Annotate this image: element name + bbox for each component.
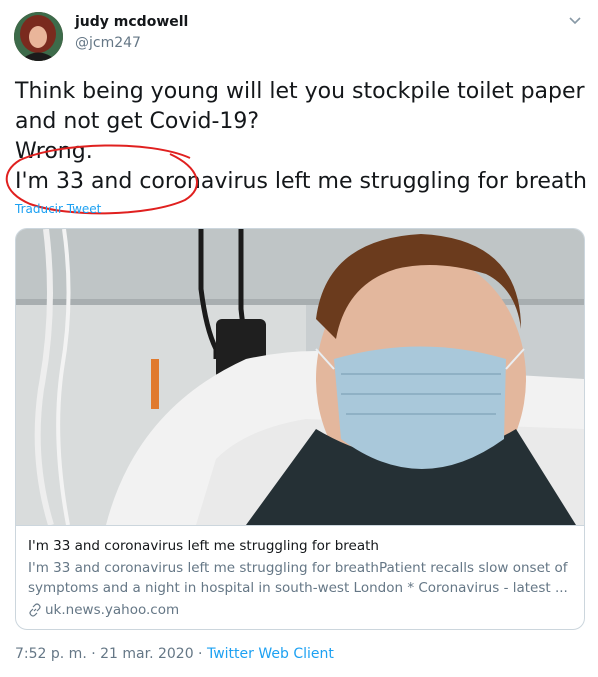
client-link[interactable]: Twitter Web Client — [207, 646, 334, 662]
avatar[interactable] — [14, 12, 63, 61]
tweet-date[interactable]: 21 mar. 2020 — [100, 646, 193, 662]
separator: · — [193, 646, 207, 662]
link-card[interactable]: I'm 33 and coronavirus left me strugglin… — [15, 228, 585, 630]
card-description: I'm 33 and coronavirus left me strugglin… — [28, 560, 568, 596]
link-icon — [29, 603, 41, 617]
separator: · — [86, 646, 101, 662]
avatar-image — [14, 12, 63, 61]
card-domain: uk.news.yahoo.com — [28, 600, 572, 620]
card-text: I'm 33 and coronavirus left me strugglin… — [16, 525, 584, 629]
card-title: I'm 33 and coronavirus left me strugglin… — [28, 538, 379, 554]
tweet-time[interactable]: 7:52 p. m. — [15, 646, 87, 662]
card-domain-text: uk.news.yahoo.com — [45, 602, 180, 618]
chevron-down-icon[interactable] — [566, 12, 584, 30]
tweet-footer: 7:52 p. m. · 21 mar. 2020 · Twitter Web … — [15, 646, 334, 662]
author-handle[interactable]: @jcm247 — [75, 35, 141, 51]
card-image — [16, 229, 584, 525]
tweet-line: Think being young will let you stockpile… — [15, 79, 585, 104]
translate-tweet-link[interactable]: Traducir Tweet — [15, 202, 101, 216]
author-name[interactable]: judy mcdowell — [75, 14, 188, 30]
tweet-line: and not get Covid-19? — [15, 109, 260, 134]
